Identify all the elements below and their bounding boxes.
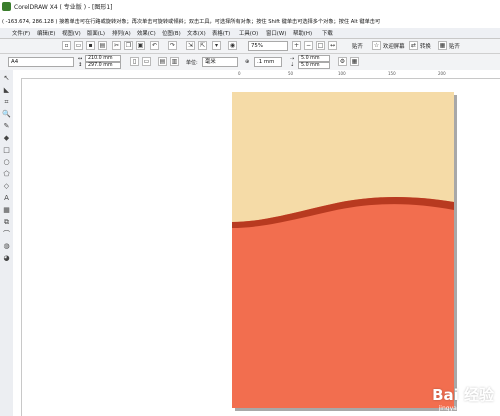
cut-icon[interactable]: ✂ [112,41,121,50]
horizontal-ruler[interactable]: 0 50 100 150 200 [13,70,500,79]
menu-layout[interactable]: 版面(L) [87,29,105,37]
ellipse-tool-icon[interactable]: ○ [2,158,11,167]
title-bar: CorelDRAW X4 ( 专业版 ) - [图形1] [0,0,500,15]
welcome-icon[interactable]: ☆ [372,41,381,50]
watermark-logo: Bai 经验 [432,386,494,404]
polygon-tool-icon[interactable]: ⬠ [2,170,11,179]
zoom-combo[interactable]: 75% [248,41,288,51]
welcome-button[interactable]: 欢迎屏幕 [383,42,405,50]
standard-toolbar: ▫ ▭ ▪ ▤ ✂ ❐ ▣ ↶ ↷ ⇲ ⇱ ▾ ◉ 75% + − □ ↔ 贴齐… [0,39,500,54]
paste-icon[interactable]: ▣ [136,41,145,50]
menu-arrange[interactable]: 排列(A) [112,29,131,37]
snap-paste-button[interactable]: 贴齐 [449,42,460,50]
rectangle-tool-icon[interactable]: □ [2,146,11,155]
portrait-icon[interactable]: ▯ [130,57,139,66]
page-width-field[interactable]: 210.0 mm [85,55,121,62]
menu-file[interactable]: 文件(F) [12,29,30,37]
undo-icon[interactable]: ↶ [150,41,159,50]
app-logo-icon [2,2,11,11]
menu-help[interactable]: 帮助(H) [293,29,312,37]
basic-shapes-icon[interactable]: ◇ [2,182,11,191]
vertical-ruler[interactable] [13,78,22,416]
zoom-width-icon[interactable]: ↔ [328,41,337,50]
convert-button[interactable]: 转换 [420,42,431,50]
hint-text: ( -163.674, 286.128 ) 接着单击可在行路或旋转对象；再次单击… [2,19,381,25]
dup-y-icon: ⇣ [290,62,295,68]
document-page[interactable] [232,92,454,408]
new-icon[interactable]: ▫ [62,41,71,50]
toolbox: ↖ ◣ ⌗ 🔍 ✎ ◆ □ ○ ⬠ ◇ A ▦ ⧉ ⌒ ◍ ◕ [0,70,14,416]
zoom-tool-icon[interactable]: 🔍 [2,110,11,119]
menu-effects[interactable]: 效果(C) [137,29,156,37]
ruler-label: 100 [338,71,346,76]
menu-window[interactable]: 窗口(W) [266,29,286,37]
height-icon: ↕ [78,62,83,68]
menu-tools[interactable]: 工具(O) [239,29,258,37]
duplicate-x-field[interactable]: 5.0 mm [298,55,330,62]
print-icon[interactable]: ▤ [98,41,107,50]
zoom-page-icon[interactable]: □ [316,41,325,50]
page-artwork [232,92,454,408]
landscape-icon[interactable]: ▭ [142,57,151,66]
units-combo[interactable]: 毫米 [202,57,238,67]
open-icon[interactable]: ▭ [74,41,83,50]
duplicate-y-field[interactable]: 5.0 mm [298,62,330,69]
ruler-label: 200 [438,71,446,76]
corel-online-icon[interactable]: ◉ [228,41,237,50]
menu-table[interactable]: 表格(T) [212,29,230,37]
page-options-icon[interactable]: ▦ [350,57,359,66]
pick-tool-icon[interactable]: ↖ [2,74,11,83]
app-launcher-icon[interactable]: ▾ [212,41,221,50]
smart-fill-icon[interactable]: ◆ [2,134,11,143]
copy-icon[interactable]: ❐ [124,41,133,50]
menu-bar: 文件(F) 编辑(E) 视图(V) 版面(L) 排列(A) 效果(C) 位图(B… [0,28,500,39]
interactive-tool-icon[interactable]: ⧉ [2,218,11,227]
menu-bitmaps[interactable]: 位图(B) [162,29,181,37]
menu-edit[interactable]: 编辑(E) [37,29,55,37]
table-tool-icon[interactable]: ▦ [2,206,11,215]
freehand-tool-icon[interactable]: ✎ [2,122,11,131]
all-pages-icon[interactable]: ▤ [158,57,167,66]
page-height-field[interactable]: 297.0 mm [85,62,121,69]
fill-icon[interactable]: ◕ [2,254,11,263]
crop-tool-icon[interactable]: ⌗ [2,98,11,107]
current-page-icon[interactable]: ▥ [170,57,179,66]
baidu-watermark: Bai 经验 jingyan.baidu.com [432,384,494,412]
menu-download[interactable]: 下载 [322,29,333,37]
outline-icon[interactable]: ◍ [2,242,11,251]
snap-to-button[interactable]: 贴齐 [352,42,363,50]
units-label: 单位: [186,60,198,66]
save-icon[interactable]: ▪ [86,41,95,50]
export-icon[interactable]: ⇱ [198,41,207,50]
redo-icon[interactable]: ↷ [168,41,177,50]
shape-tool-icon[interactable]: ◣ [2,86,11,95]
ruler-label: 150 [388,71,396,76]
nudge-icon: ⊕ [245,59,250,65]
menu-text[interactable]: 文本(X) [187,29,206,37]
zoom-in-icon[interactable]: + [292,41,301,50]
text-tool-icon[interactable]: A [2,194,11,203]
nudge-field[interactable]: .1 mm [254,57,282,67]
watermark-url: jingyan.baidu.com [438,405,494,412]
zoom-out-icon[interactable]: − [304,41,313,50]
window-title: CorelDRAW X4 ( 专业版 ) - [图形1] [14,4,113,11]
units-options-icon[interactable]: ⚙ [338,57,347,66]
hint-bar: ( -163.674, 286.128 ) 接着单击可在行路或旋转对象；再次单击… [0,14,500,29]
ruler-label: 0 [238,71,241,76]
snap-icon[interactable]: ▦ [438,41,447,50]
eyedropper-icon[interactable]: ⌒ [2,230,11,239]
import-icon[interactable]: ⇲ [186,41,195,50]
property-bar: A4 ↔ 210.0 mm ↕ 297.0 mm ▯ ▭ ▤ ▥ 单位: 毫米 … [0,54,500,71]
page-size-combo[interactable]: A4 [8,57,74,67]
menu-view[interactable]: 视图(V) [62,29,81,37]
ruler-label: 50 [288,71,294,76]
convert-icon[interactable]: ⇄ [409,41,418,50]
